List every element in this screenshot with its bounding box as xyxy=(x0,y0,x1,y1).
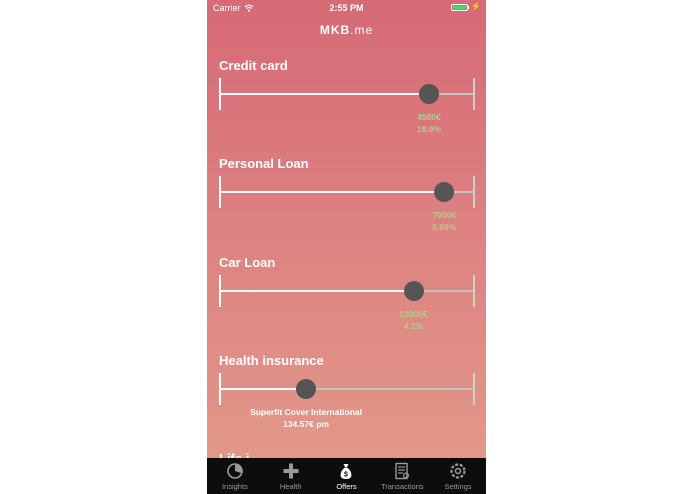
section-label: Health insurance xyxy=(219,353,324,368)
personal-loan-slider[interactable] xyxy=(219,176,475,208)
phone-screen: Carrier 2:55 PM ⚡ MKB.me Credit card 450… xyxy=(207,0,486,494)
slider-value-label: 7000€ 6.99% xyxy=(404,209,484,233)
tab-transactions[interactable]: Transactions xyxy=(374,458,430,494)
tab-bar: Insights Health $ Offers Transactions Se… xyxy=(207,458,486,494)
car-loan-slider[interactable] xyxy=(219,275,475,307)
slider-value-label: 12000€ 4.2% xyxy=(374,308,454,332)
gear-icon xyxy=(450,463,466,479)
battery-icon xyxy=(451,3,469,11)
amount-text: 7000€ xyxy=(432,210,457,220)
money-bag-icon: $ xyxy=(341,464,352,479)
slider-thumb[interactable] xyxy=(434,182,455,202)
amount-text: 12000€ xyxy=(399,309,428,319)
svg-text:$: $ xyxy=(345,472,349,479)
tab-label: Health xyxy=(279,482,302,491)
rate-text: 18.9% xyxy=(416,124,441,134)
status-time: 2:55 PM xyxy=(329,3,364,13)
health-insurance-slider[interactable] xyxy=(219,373,475,405)
tab-label: Settings xyxy=(444,482,472,491)
app-title: MKB.me xyxy=(207,23,486,37)
tab-label: Offers xyxy=(336,482,357,491)
slider-thumb[interactable] xyxy=(403,281,424,301)
slider-thumb[interactable] xyxy=(418,84,439,104)
section-label: Credit card xyxy=(219,58,288,73)
rate-text: 4.2% xyxy=(403,321,424,331)
app-title-brand: MKB xyxy=(319,23,351,37)
health-insurance-section: Health insurance Superfit Cover Internat… xyxy=(207,353,486,443)
amount-text: 4500€ xyxy=(417,112,441,122)
tab-settings[interactable]: Settings xyxy=(430,458,486,494)
tab-offers[interactable]: $ Offers xyxy=(319,458,375,494)
section-label: Car Loan xyxy=(219,255,276,270)
receipt-icon xyxy=(395,462,410,480)
personal-loan-section: Personal Loan 7000€ 6.99% xyxy=(207,156,486,246)
tab-label: Insights xyxy=(221,482,248,491)
app-title-tld: .me xyxy=(350,23,374,37)
slider-value-label: 4500€ 18.9% xyxy=(389,111,469,135)
tab-insights[interactable]: Insights xyxy=(207,458,263,494)
tab-health[interactable]: Health xyxy=(263,458,319,494)
charging-bolt-icon: ⚡ xyxy=(471,2,481,11)
premium-text: 134.57€ pm xyxy=(283,419,329,429)
rate-text: 6.99% xyxy=(432,222,457,232)
car-loan-section: Car Loan 12000€ 4.2% xyxy=(207,255,486,345)
plan-name-text: Superfit Cover International xyxy=(250,407,362,417)
slider-value-label: Superfit Cover International 134.57€ pm xyxy=(236,406,376,430)
credit-card-slider[interactable] xyxy=(219,78,475,110)
section-label: Personal Loan xyxy=(219,156,309,171)
status-bar: Carrier 2:55 PM ⚡ xyxy=(207,0,486,16)
plus-icon xyxy=(283,463,299,479)
tab-label: Transactions xyxy=(380,482,424,491)
battery-indicator: ⚡ xyxy=(451,3,481,11)
credit-card-section: Credit card 4500€ 18.9% xyxy=(207,58,486,148)
insights-pie-icon xyxy=(227,463,243,479)
slider-thumb[interactable] xyxy=(296,379,317,399)
